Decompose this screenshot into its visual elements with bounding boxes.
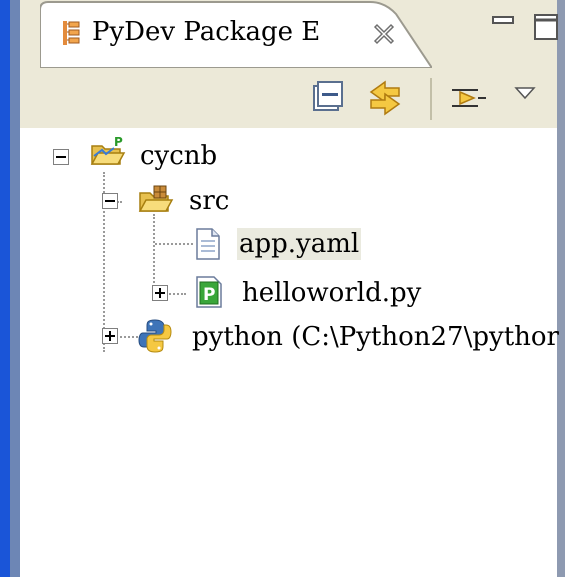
collapse-toggle-icon[interactable] bbox=[53, 149, 69, 165]
source-folder-icon bbox=[138, 185, 174, 219]
package-explorer-tab[interactable]: PyDev Package E bbox=[40, 0, 432, 68]
window-right-border bbox=[557, 0, 565, 577]
tree-connector bbox=[153, 214, 155, 294]
view-tab-strip: PyDev Package E bbox=[20, 0, 558, 68]
maximize-icon[interactable] bbox=[532, 12, 562, 42]
toolbar-separator bbox=[430, 78, 432, 120]
tree-connector bbox=[155, 243, 193, 245]
collapse-all-icon[interactable] bbox=[310, 78, 350, 118]
window-left-border bbox=[0, 0, 10, 577]
package-explorer-icon bbox=[62, 20, 82, 46]
python-interpreter-icon bbox=[138, 318, 172, 358]
python-module-icon: P bbox=[196, 276, 222, 312]
project-tree[interactable]: P cycnb src app.yaml P helloworld.py pyt… bbox=[20, 128, 559, 577]
expand-toggle-icon[interactable] bbox=[152, 285, 168, 301]
filter-icon[interactable] bbox=[448, 78, 488, 118]
svg-text:P: P bbox=[203, 285, 215, 305]
view-toolbar bbox=[20, 68, 557, 128]
collapse-toggle-icon[interactable] bbox=[102, 193, 118, 209]
tree-item-label[interactable]: app.yaml bbox=[237, 228, 362, 260]
tree-item-label[interactable]: helloworld.py bbox=[240, 277, 423, 309]
window-left-border-inner bbox=[10, 0, 20, 577]
svg-text:P: P bbox=[114, 136, 123, 149]
pydev-project-folder-icon: P bbox=[90, 135, 126, 172]
link-with-editor-icon[interactable] bbox=[365, 78, 405, 118]
text-file-icon bbox=[196, 228, 220, 264]
close-icon[interactable] bbox=[372, 22, 396, 46]
tree-item-label[interactable]: src bbox=[187, 185, 231, 217]
tree-item-label[interactable]: cycnb bbox=[138, 140, 219, 172]
expand-toggle-icon[interactable] bbox=[102, 328, 118, 344]
tree-item-label[interactable]: python (C:\Python27\pythor bbox=[190, 321, 561, 353]
tab-title: PyDev Package E bbox=[92, 17, 321, 47]
view-menu-icon[interactable] bbox=[510, 78, 540, 118]
minimize-icon[interactable] bbox=[490, 10, 518, 38]
tree-connector bbox=[116, 336, 138, 338]
tree-connector bbox=[166, 293, 186, 295]
